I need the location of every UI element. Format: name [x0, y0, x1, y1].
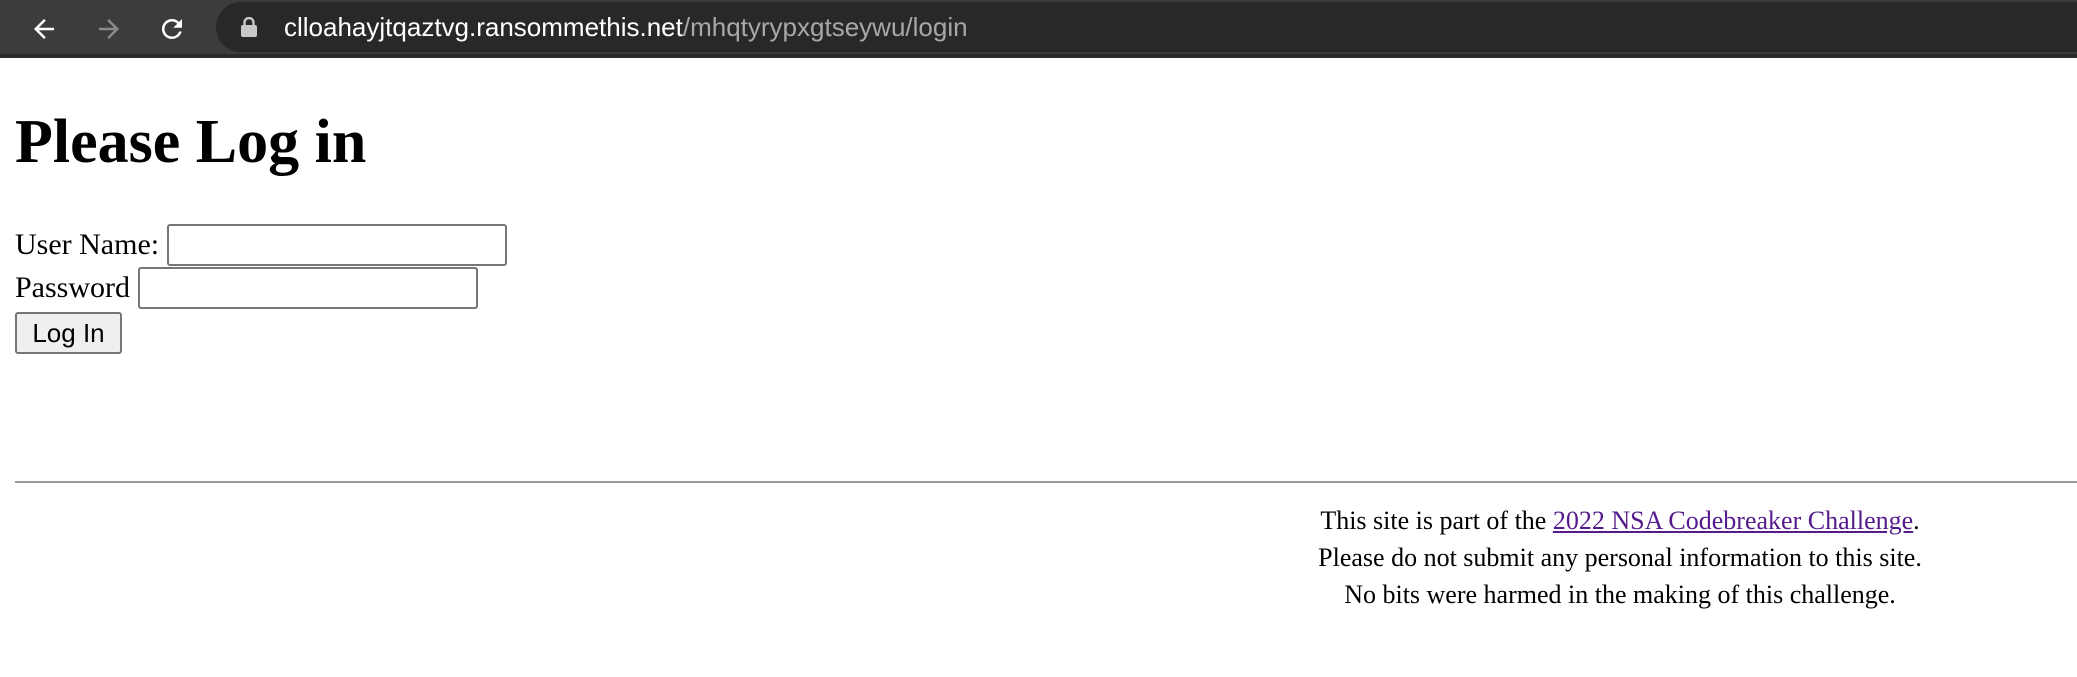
- forward-button[interactable]: [89, 11, 129, 47]
- password-row: Password: [15, 267, 479, 309]
- reload-icon: [161, 18, 182, 39]
- address-bar[interactable]: clloahayjtqaztvg.ransommethis.net/mhqtyr…: [216, 2, 2077, 52]
- reload-button[interactable]: [152, 11, 192, 47]
- arrow-right-icon: [99, 19, 119, 39]
- page-content: Please Log in User Name: Password Log In…: [0, 58, 2077, 677]
- footer-line-1: This site is part of the 2022 NSA Codebr…: [1230, 502, 2010, 539]
- username-input[interactable]: [167, 224, 508, 266]
- footer: This site is part of the 2022 NSA Codebr…: [1230, 502, 2010, 613]
- url-path: /mhqtyrypxgtseywu/login: [682, 12, 968, 42]
- url-host: clloahayjtqaztvg.ransommethis.net: [284, 12, 683, 42]
- page-title: Please Log in: [15, 108, 367, 176]
- login-button[interactable]: Log In: [15, 312, 122, 354]
- footer-line-2: Please do not submit any personal inform…: [1318, 543, 1922, 572]
- footer-line-1-prefix: This site is part of the: [1320, 506, 1553, 535]
- username-label: User Name:: [15, 228, 160, 261]
- password-label: Password: [15, 271, 131, 304]
- browser-toolbar: clloahayjtqaztvg.ransommethis.net/mhqtyr…: [0, 0, 2077, 58]
- username-row: User Name:: [15, 224, 508, 266]
- lock-icon[interactable]: [240, 17, 258, 37]
- arrow-left-icon: [34, 19, 54, 39]
- password-input[interactable]: [138, 267, 479, 309]
- url-text[interactable]: clloahayjtqaztvg.ransommethis.net/mhqtyr…: [284, 2, 968, 52]
- back-button[interactable]: [24, 11, 64, 47]
- footer-line-1-suffix: .: [1913, 506, 1920, 535]
- divider: [15, 481, 2077, 483]
- footer-line-3: No bits were harmed in the making of thi…: [1344, 580, 1896, 609]
- codebreaker-link[interactable]: 2022 NSA Codebreaker Challenge: [1553, 506, 1913, 535]
